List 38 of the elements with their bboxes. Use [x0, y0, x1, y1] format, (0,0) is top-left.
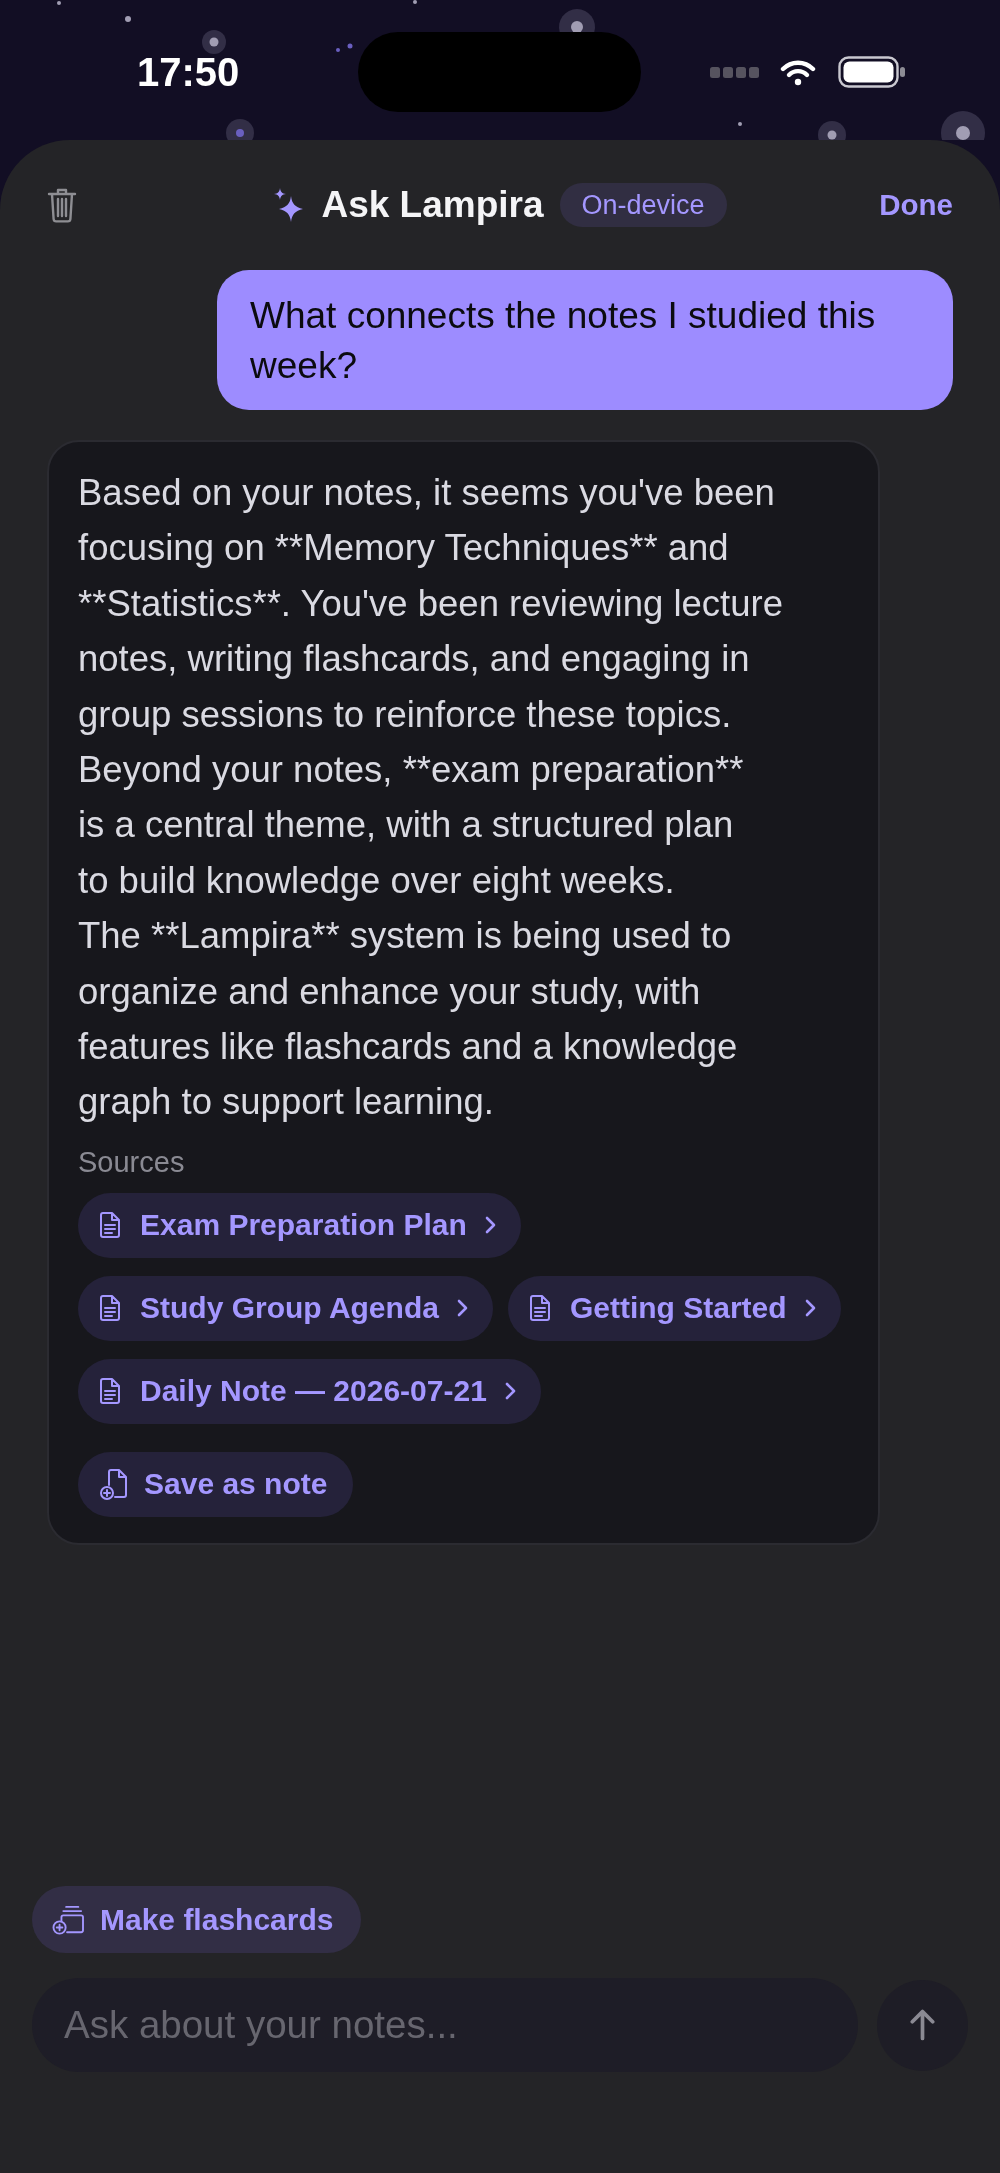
glow-dot-icon — [202, 30, 226, 54]
glow-dot-icon — [413, 0, 417, 4]
chevron-icon — [804, 1299, 816, 1318]
glow-dot-icon — [738, 122, 742, 126]
document-icon — [529, 1295, 550, 1322]
sources-label: Sources — [78, 1145, 185, 1178]
sparkle-icon — [273, 187, 305, 223]
arrow-up-icon — [910, 2009, 935, 2041]
save-note-button[interactable]: Save as note — [78, 1451, 354, 1517]
glow-dot-icon — [347, 43, 353, 49]
delete-button[interactable] — [47, 187, 77, 223]
glow-dot-icon — [57, 1, 61, 5]
question-input[interactable]: Ask about your notes... — [32, 1978, 858, 2072]
signal-icon — [710, 66, 760, 78]
make-flashcards-button[interactable]: Make flashcards — [32, 1886, 362, 1953]
chevron-icon — [504, 1382, 516, 1401]
chevron-icon — [484, 1216, 496, 1235]
document-icon — [100, 1295, 120, 1322]
wifi-icon — [780, 58, 816, 86]
card-stack-plus-icon — [52, 1904, 84, 1935]
status-time: 17:50 — [137, 55, 240, 89]
document-plus-icon — [100, 1468, 128, 1500]
trash-icon — [47, 187, 77, 223]
battery-icon — [838, 56, 906, 88]
source-chip[interactable]: Daily Note — 2026-07-21 — [78, 1358, 541, 1424]
sheet-title: Ask Lampira — [321, 184, 544, 226]
source-chip[interactable]: Exam Preparation Plan — [78, 1192, 521, 1258]
user-message: What connects the notes I studied this week? — [217, 270, 953, 410]
source-chip[interactable]: Study Group Agenda — [78, 1275, 493, 1341]
glow-dot-icon — [336, 48, 340, 52]
document-icon — [100, 1378, 120, 1405]
glow-dot-icon — [125, 16, 131, 22]
mode-badge: On-device — [559, 183, 727, 227]
source-chip[interactable]: Getting Started — [507, 1275, 841, 1341]
chevron-icon — [456, 1299, 468, 1318]
answer-text: Based on your notes, it seems you've been focusing on **Memory Techniques** and **Statistics**. You've been reviewing lecture notes, writing flashcards, and engaging in group sessions to reinforce these topics. Beyond your notes, **exam preparation** is a central theme, with a structured plan to build knowledge over eight weeks. The **Lampira** system is being used to organize and enhance your study, with features like flashcards and a knowledge graph to support learning. — [78, 471, 784, 1125]
document-icon — [100, 1212, 120, 1239]
done-button[interactable]: Done — [879, 188, 953, 222]
